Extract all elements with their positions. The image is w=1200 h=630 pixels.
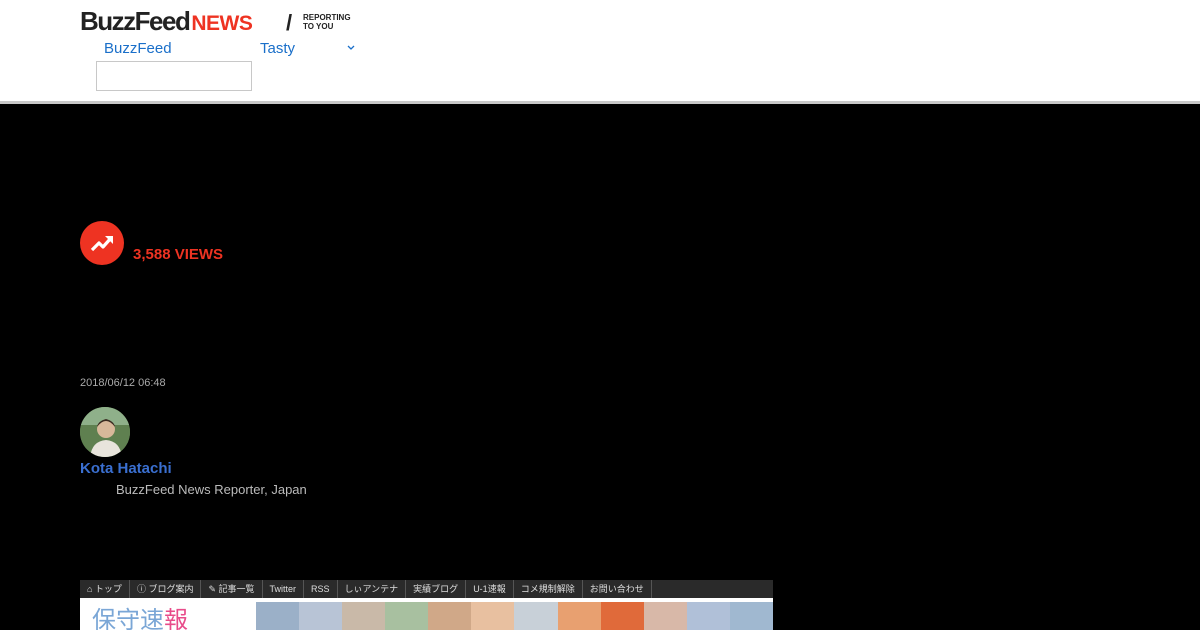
embedded-screenshot: ⌂ トップ ⓘ ブログ案内 ✎ 記事一覧 Twitter RSS しぃアンテナ … (80, 580, 773, 630)
site-header: BuzzFeed NEWS / REPORTING TO YOU BuzzFee… (0, 0, 1200, 104)
author-name-link[interactable]: Kota Hatachi (80, 460, 172, 477)
logo-news-text: NEWS (191, 12, 253, 35)
tagline-line1: REPORTING (303, 13, 351, 22)
nav-link-tasty[interactable]: Tasty (260, 40, 295, 57)
logo-tagline: REPORTING TO YOU (303, 13, 351, 31)
trending-arrow-icon (80, 221, 124, 265)
embed-menu-item: お問い合わせ (583, 580, 652, 598)
author-avatar[interactable] (80, 407, 130, 457)
embed-pixelated-banner (256, 602, 773, 630)
chevron-down-icon[interactable] (346, 43, 356, 53)
logo-buzzfeed-text: BuzzFeed (80, 6, 191, 36)
search-input[interactable] (96, 61, 252, 91)
embed-menu-item: 実績ブログ (406, 580, 467, 598)
nav-link-buzzfeed[interactable]: BuzzFeed (104, 40, 172, 57)
embed-menu-item: ⓘ ブログ案内 (130, 580, 202, 598)
article-timestamp: 2018/06/12 06:48 (80, 377, 166, 389)
buzzfeed-news-logo[interactable]: BuzzFeed NEWS / REPORTING TO YOU (80, 6, 351, 36)
tagline-line2: TO YOU (303, 22, 334, 31)
embed-menu-item: Twitter (263, 580, 305, 598)
embed-menu-item: ✎ 記事一覧 (201, 580, 263, 598)
embed-menu-item: RSS (304, 580, 338, 598)
embed-menu-bar: ⌂ トップ ⓘ ブログ案内 ✎ 記事一覧 Twitter RSS しぃアンテナ … (80, 580, 773, 598)
embed-menu-item: U-1速報 (466, 580, 514, 598)
embed-title-blue: 保守速 (92, 607, 164, 630)
author-title: BuzzFeed News Reporter, Japan (116, 482, 307, 497)
embed-menu-item: しぃアンテナ (338, 580, 407, 598)
logo-slash: / (286, 10, 293, 35)
embed-site-title: 保守速報 (92, 600, 188, 630)
embed-menu-item: ⌂ トップ (80, 580, 130, 598)
views-count: 3,588 VIEWS (133, 246, 224, 263)
embed-menu-item: コメ規制解除 (514, 580, 583, 598)
embed-title-pink: 報 (164, 607, 188, 630)
